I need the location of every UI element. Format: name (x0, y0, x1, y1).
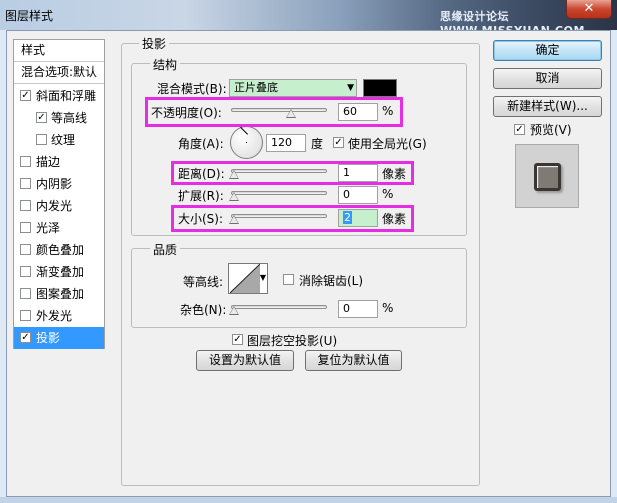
style-preview (515, 144, 579, 208)
style-item-label: 描边 (36, 155, 61, 169)
anti-alias-label: 消除锯齿(L) (299, 274, 364, 288)
bevel-checkbox[interactable] (20, 90, 31, 101)
anti-alias-checkbox[interactable] (283, 274, 294, 285)
knockout-label: 图层挖空投影(U) (247, 334, 338, 348)
style-item-pattern-overlay[interactable]: 图案叠加 (14, 283, 104, 305)
style-item-contour[interactable]: 等高线 (14, 107, 104, 129)
blend-mode-label: 混合模式(B): (157, 82, 227, 96)
dial-center (246, 142, 247, 143)
reset-default-button[interactable]: 复位为默认值 (305, 350, 402, 371)
preview-label: 预览(V) (530, 123, 572, 137)
spread-unit: % (382, 187, 394, 201)
window-title: 图层样式 (5, 9, 54, 23)
gradient-overlay-checkbox[interactable] (20, 266, 31, 277)
section-title: 投影 (139, 35, 170, 52)
ok-button[interactable]: 确定 (493, 40, 602, 61)
close-button[interactable]: ✕ (566, 0, 612, 19)
highlight-opacity (145, 97, 403, 127)
angle-unit: 度 (311, 137, 324, 151)
window-border (0, 497, 617, 503)
spread-label: 扩展(R): (178, 189, 224, 203)
angle-label: 角度(A): (178, 137, 224, 151)
styles-header[interactable]: 样式 (14, 40, 104, 62)
dial-needle (240, 126, 248, 135)
style-item-drop-shadow[interactable]: 投影 (14, 327, 104, 349)
noise-label: 杂色(N): (180, 303, 227, 317)
inner-glow-checkbox[interactable] (20, 200, 31, 211)
new-style-button[interactable]: 新建样式(W)... (493, 96, 602, 117)
make-default-button[interactable]: 设置为默认值 (196, 350, 294, 371)
outer-glow-checkbox[interactable] (20, 310, 31, 321)
title-bar: 图层样式 思缘设计论坛 WWW.MISSYUAN.COM ✕ (0, 0, 617, 37)
spread-slider[interactable] (231, 191, 327, 195)
highlight-size (171, 205, 414, 232)
drop-shadow-checkbox[interactable] (20, 332, 31, 343)
style-item-stroke[interactable]: 描边 (14, 151, 104, 173)
spread-input[interactable]: 0 (338, 186, 378, 204)
shadow-color-swatch[interactable] (363, 79, 397, 97)
style-item-outer-glow[interactable]: 外发光 (14, 305, 104, 327)
noise-slider[interactable] (231, 305, 327, 309)
noise-input[interactable]: 0 (338, 300, 378, 318)
contour-dropdown-icon: ▼ (259, 273, 266, 282)
satin-checkbox[interactable] (20, 222, 31, 233)
style-item-label: 等高线 (51, 111, 88, 125)
blend-mode-value: 正片叠底 (234, 81, 278, 94)
style-item-label: 斜面和浮雕 (36, 89, 97, 103)
chevron-down-icon: ▼ (347, 83, 354, 93)
style-item-label: 渐变叠加 (36, 265, 85, 279)
style-item-label: 图案叠加 (36, 287, 85, 301)
style-item-label: 内阴影 (36, 177, 73, 191)
style-item-label: 外发光 (36, 309, 73, 323)
stroke-checkbox[interactable] (20, 156, 31, 167)
noise-unit: % (382, 301, 394, 315)
style-item-label: 投影 (36, 331, 61, 345)
style-item-inner-shadow[interactable]: 内阴影 (14, 173, 104, 195)
highlight-distance (171, 161, 414, 185)
style-item-color-overlay[interactable]: 颜色叠加 (14, 239, 104, 261)
style-item-label: 内发光 (36, 199, 73, 213)
global-light-label: 使用全局光(G) (348, 137, 427, 151)
style-item-bevel[interactable]: 斜面和浮雕 (14, 85, 104, 107)
structure-title: 结构 (150, 56, 181, 73)
angle-dial[interactable] (230, 126, 263, 159)
close-icon: ✕ (583, 1, 595, 16)
style-item-label: 颜色叠加 (36, 243, 85, 257)
contour-checkbox[interactable] (36, 112, 47, 123)
global-light-checkbox[interactable] (333, 137, 344, 148)
style-item-label: 光泽 (36, 221, 61, 235)
style-item-inner-glow[interactable]: 内发光 (14, 195, 104, 217)
style-item-gradient-overlay[interactable]: 渐变叠加 (14, 261, 104, 283)
spread-slider-handle[interactable] (229, 192, 239, 201)
contour-label: 等高线: (183, 275, 224, 289)
preview-checkbox[interactable] (514, 124, 525, 135)
noise-slider-handle[interactable] (229, 306, 239, 315)
color-overlay-checkbox[interactable] (20, 244, 31, 255)
knockout-checkbox[interactable] (232, 334, 243, 345)
cancel-button[interactable]: 取消 (493, 68, 602, 89)
texture-checkbox[interactable] (36, 134, 47, 145)
styles-list: 样式 混合选项:默认 斜面和浮雕 等高线 纹理 描边 内阴影 内发光 光泽 颜色… (13, 39, 105, 349)
quality-title: 品质 (150, 241, 181, 258)
angle-input[interactable]: 120 (266, 134, 306, 152)
style-item-satin[interactable]: 光泽 (14, 217, 104, 239)
inner-shadow-checkbox[interactable] (20, 178, 31, 189)
blend-mode-select[interactable]: 正片叠底 ▼ (229, 79, 357, 97)
style-item-texture[interactable]: 纹理 (14, 129, 104, 151)
pattern-overlay-checkbox[interactable] (20, 288, 31, 299)
blend-options-item[interactable]: 混合选项:默认 (14, 62, 104, 84)
style-item-label: 纹理 (51, 133, 76, 147)
preview-swatch (534, 163, 561, 191)
contour-curve-icon (230, 264, 260, 293)
contour-picker[interactable]: ▼ (228, 263, 268, 294)
